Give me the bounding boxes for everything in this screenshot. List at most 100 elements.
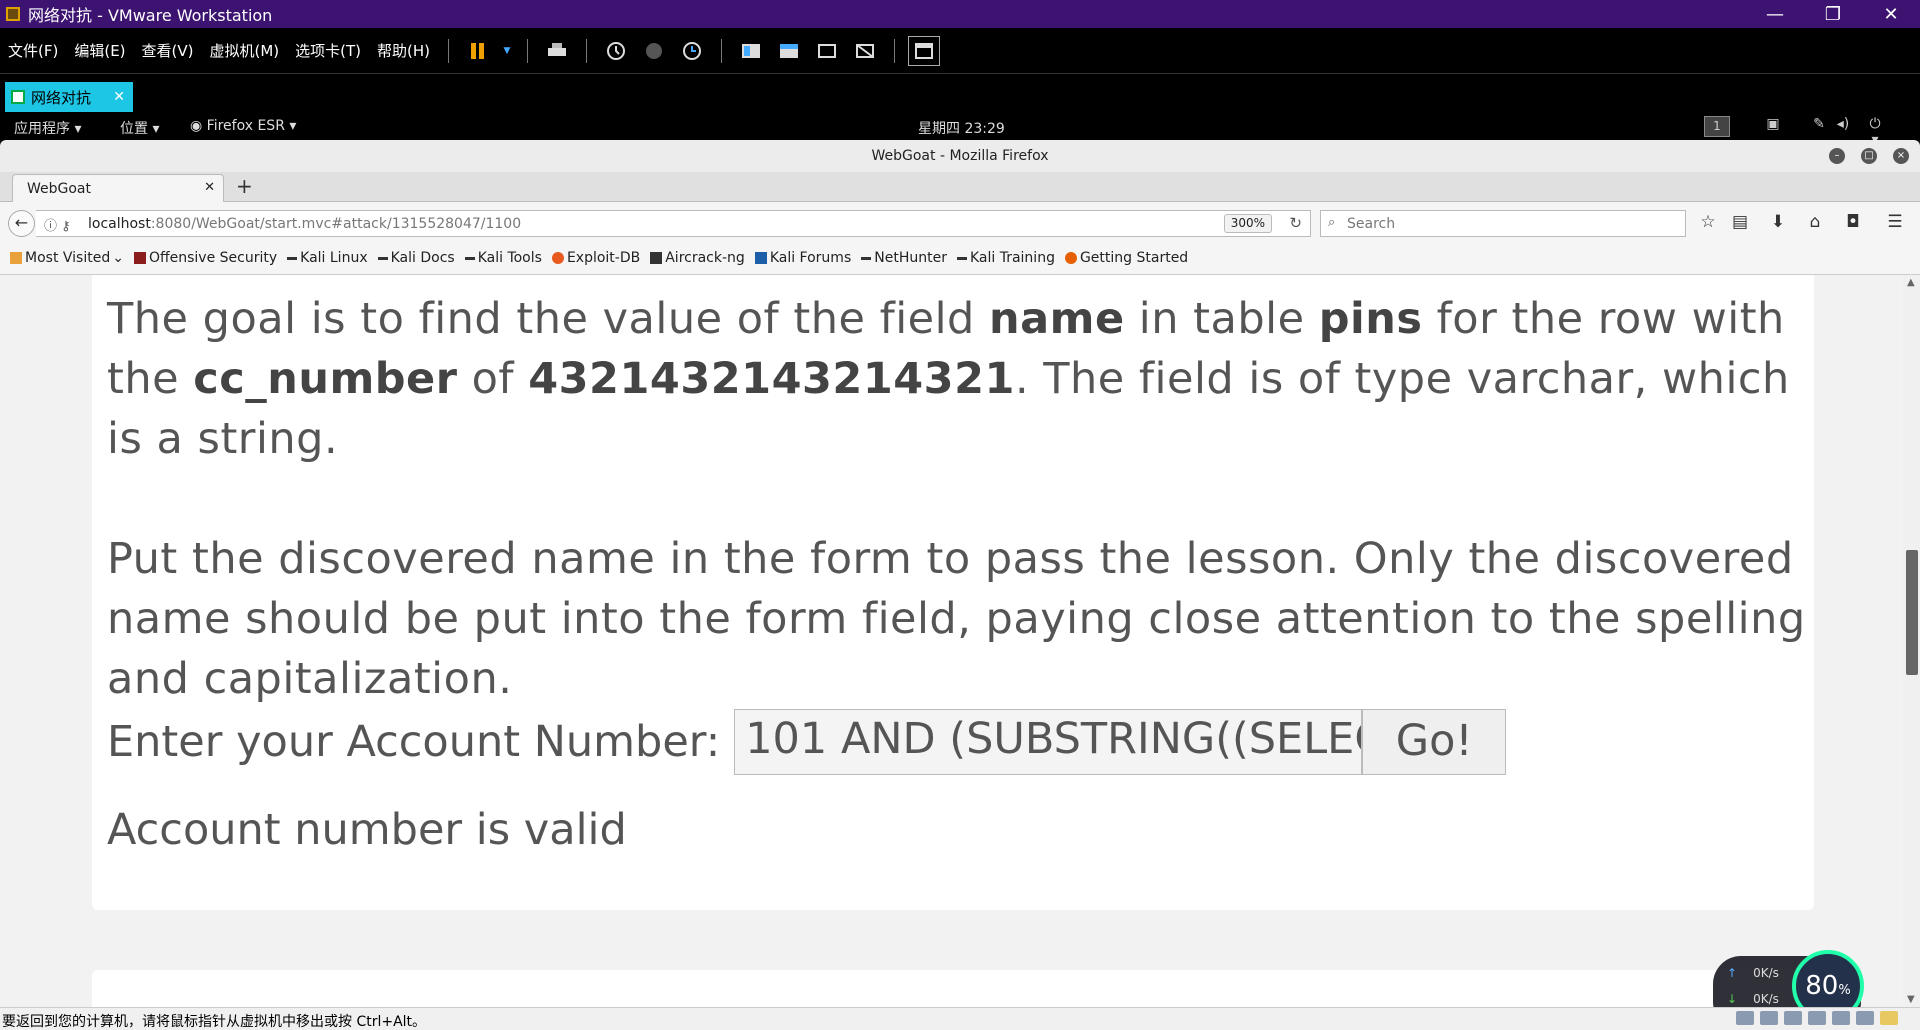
close-tab-icon[interactable]: ✕ [204, 180, 215, 195]
kali-dragon-icon [464, 256, 475, 260]
unity-icon[interactable] [849, 36, 881, 66]
restore-button[interactable]: ❐ [1804, 0, 1862, 28]
close-button[interactable]: ✕ [1862, 0, 1920, 28]
network-icon[interactable]: ✎ [1808, 116, 1830, 138]
minimize-button[interactable]: — [1746, 0, 1804, 28]
bookmark-star-icon[interactable]: ☆ [1696, 212, 1720, 234]
fullscreen-icon[interactable] [811, 36, 843, 66]
bookmark-offensive-security[interactable]: Offensive Security [133, 250, 277, 266]
library-icon[interactable]: ▤ [1728, 212, 1752, 234]
close-tab-icon[interactable]: ✕ [113, 89, 125, 105]
scrollbar-thumb[interactable] [1906, 550, 1918, 675]
firefox-app-menu[interactable]: ◉ Firefox ESR ▾ [190, 118, 296, 134]
scroll-down-icon[interactable]: ▼ [1907, 994, 1915, 1005]
exploit-db-icon [551, 252, 564, 264]
send-ctrl-alt-del-icon[interactable] [541, 36, 573, 66]
display-icon[interactable] [1856, 1011, 1874, 1025]
site-info-icon[interactable]: ⓘ ⚷ [44, 215, 71, 234]
places-menu[interactable]: 位置 ▾ [120, 118, 159, 138]
snapshot-revert-icon[interactable] [638, 36, 670, 66]
power-icon[interactable]: ⏻ ▾ [1864, 116, 1886, 148]
thumbnail-view-icon[interactable] [773, 36, 805, 66]
toolbar-separator [721, 38, 723, 63]
hamburger-menu-icon[interactable]: ☰ [1883, 212, 1907, 234]
menu-vm[interactable]: 虚拟机(M) [202, 40, 288, 61]
clock[interactable]: 星期四 23:29 [918, 118, 1005, 138]
bookmark-kali-forums[interactable]: Kali Forums [754, 250, 851, 266]
toolbar-separator [894, 38, 896, 63]
kali-forums-icon [754, 252, 767, 264]
firefox-title-bar: WebGoat - Mozilla Firefox – □ × [0, 140, 1920, 172]
hdd-icon[interactable] [1736, 1011, 1754, 1025]
upload-icon: ↑ [1727, 966, 1738, 980]
account-number-input[interactable]: 101 AND (SUBSTRING((SELEC [734, 709, 1363, 775]
account-label: Enter your Account Number: [107, 717, 721, 767]
bookmark-nethunter[interactable]: NetHunter [861, 250, 947, 266]
message-icon[interactable] [1880, 1011, 1898, 1025]
workspace-indicator[interactable]: 1 [1704, 116, 1730, 137]
bookmark-kali-linux[interactable]: Kali Linux [287, 250, 368, 266]
pocket-icon[interactable]: ◘ [1841, 212, 1865, 234]
bookmark-getting-started[interactable]: Getting Started [1064, 250, 1188, 266]
search-input[interactable]: ⌕ Search [1320, 210, 1686, 237]
new-tab-button[interactable]: + [236, 174, 253, 198]
menu-view[interactable]: 查看(V) [134, 40, 202, 61]
menu-edit[interactable]: 编辑(E) [66, 40, 133, 61]
kali-dragon-icon [377, 256, 388, 260]
download-icon: ↓ [1727, 992, 1738, 1006]
bookmark-most-visited[interactable]: Most Visited ⌄ [10, 250, 124, 266]
vmware-window-title: 网络对抗 - VMware Workstation [28, 6, 273, 25]
kali-dragon-icon [956, 256, 967, 260]
next-card [92, 970, 1814, 1007]
menu-tabs[interactable]: 选项卡(T) [287, 40, 369, 61]
ff-maximize-button[interactable]: □ [1861, 148, 1877, 164]
back-button[interactable]: ← [8, 210, 35, 237]
bookmark-kali-docs[interactable]: Kali Docs [377, 250, 455, 266]
bookmarks-toolbar: Most Visited ⌄ Offensive Security Kali Li… [0, 242, 1920, 275]
cd-icon[interactable] [1760, 1011, 1778, 1025]
firefox-tab-strip: WebGoat ✕ + [0, 172, 1920, 202]
console-view-icon[interactable] [735, 36, 767, 66]
snapshot-take-icon[interactable] [600, 36, 632, 66]
ff-close-button[interactable]: × [1893, 148, 1909, 164]
home-icon[interactable]: ⌂ [1803, 212, 1827, 234]
url-bar[interactable]: ⓘ ⚷ localhost:8080/WebGoat/start.mvc#att… [36, 210, 1311, 237]
firefox-icon [1064, 252, 1077, 264]
search-icon: ⌕ [1328, 215, 1336, 230]
network-adapter-icon[interactable] [1784, 1011, 1802, 1025]
view-options-icon[interactable] [908, 35, 941, 66]
page-scrollbar[interactable]: ▲ ▼ [1903, 275, 1920, 1007]
applications-menu[interactable]: 应用程序 ▾ [14, 118, 81, 138]
menu-help[interactable]: 帮助(H) [369, 40, 438, 61]
result-message: Account number is valid [107, 805, 627, 855]
go-button[interactable]: Go! [1362, 709, 1507, 775]
scroll-up-icon[interactable]: ▲ [1907, 277, 1915, 288]
tab-title: WebGoat [27, 181, 92, 197]
lesson-goal-paragraph: The goal is to find the value of the fie… [107, 294, 1790, 464]
vm-icon [11, 90, 25, 104]
vmware-menubar: 文件(F) 编辑(E) 查看(V) 虚拟机(M) 选项卡(T) 帮助(H) ▼ [0, 28, 1920, 73]
zoom-indicator[interactable]: 300% [1223, 214, 1272, 233]
menu-file[interactable]: 文件(F) [0, 40, 66, 61]
snapshot-manager-icon[interactable] [676, 36, 708, 66]
volume-icon[interactable]: ◂) [1832, 116, 1854, 138]
upload-speed: 0K/s [1753, 966, 1779, 980]
folder-icon [10, 252, 22, 264]
account-form: Enter your Account Number: 101 AND (SUBS… [107, 709, 1507, 775]
reload-icon[interactable]: ↻ [1289, 214, 1302, 232]
dropdown-arrow-icon[interactable]: ▼ [500, 36, 514, 66]
vm-tab[interactable]: 网络对抗 ✕ [5, 82, 133, 112]
bookmark-exploit-db[interactable]: Exploit-DB [551, 250, 640, 266]
sound-icon[interactable] [1832, 1011, 1850, 1025]
bookmark-kali-training[interactable]: Kali Training [956, 250, 1055, 266]
tab-webgoat[interactable]: WebGoat ✕ [12, 174, 224, 202]
bookmark-aircrack-ng[interactable]: Aircrack-ng [650, 250, 745, 266]
kali-dragon-icon [287, 256, 298, 260]
camera-icon[interactable]: ▣ [1762, 116, 1784, 138]
ff-minimize-button[interactable]: – [1829, 148, 1845, 164]
toolbar-separator [448, 38, 450, 63]
printer-icon[interactable] [1808, 1011, 1826, 1025]
pause-icon[interactable] [462, 36, 494, 66]
downloads-icon[interactable]: ⬇ [1766, 212, 1790, 234]
bookmark-kali-tools[interactable]: Kali Tools [464, 250, 542, 266]
